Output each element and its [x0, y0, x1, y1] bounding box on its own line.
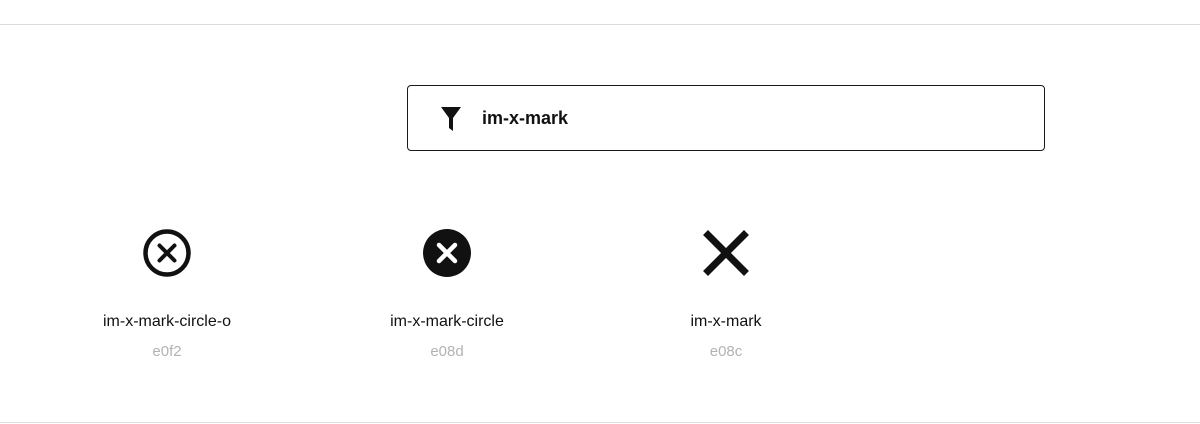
icon-code: e0f2	[152, 343, 182, 360]
top-divider	[0, 24, 1200, 25]
icon-name: im-x-mark	[690, 313, 762, 330]
search-input[interactable]	[482, 104, 1022, 132]
icon-search-box[interactable]	[407, 85, 1045, 151]
icon-code: e08c	[709, 343, 743, 360]
icon-search-page: im-x-mark-circle-o e0f2 im-x-mark-circle…	[0, 0, 1200, 424]
icon-card-x-mark-circle[interactable]: im-x-mark-circle e08d	[337, 222, 557, 372]
filter-icon	[441, 107, 461, 131]
bottom-divider	[0, 422, 1200, 423]
icon-results-grid: im-x-mark-circle-o e0f2 im-x-mark-circle…	[0, 222, 1200, 372]
icon-card-x-mark[interactable]: im-x-mark e08c	[616, 222, 836, 372]
icon-name: im-x-mark-circle	[390, 313, 504, 330]
x-mark-circle-filled-icon	[423, 229, 471, 277]
x-mark-circle-outline-icon	[143, 229, 191, 277]
icon-card-x-mark-circle-o[interactable]: im-x-mark-circle-o e0f2	[57, 222, 277, 372]
icon-name: im-x-mark-circle-o	[103, 313, 231, 330]
x-mark-icon	[703, 230, 749, 276]
icon-code: e08d	[430, 343, 464, 360]
